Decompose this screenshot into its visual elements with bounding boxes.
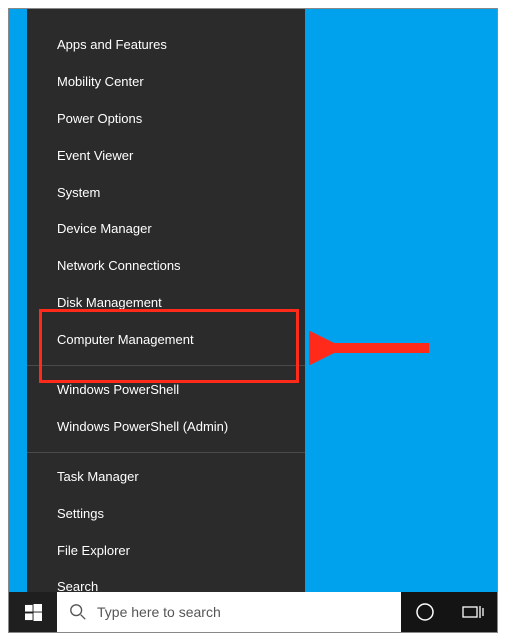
menu-label: Network Connections bbox=[57, 258, 181, 273]
menu-item-file-explorer[interactable]: File Explorer bbox=[27, 533, 305, 570]
menu-item-network-connections[interactable]: Network Connections bbox=[27, 248, 305, 285]
taskbar: Type here to search bbox=[9, 592, 497, 632]
menu-item-computer-management[interactable]: Computer Management bbox=[27, 322, 305, 359]
menu-label: Task Manager bbox=[57, 469, 139, 484]
menu-label: Mobility Center bbox=[57, 74, 144, 89]
menu-item-mobility-center[interactable]: Mobility Center bbox=[27, 64, 305, 101]
menu-item-powershell[interactable]: Windows PowerShell bbox=[27, 372, 305, 409]
windows-logo-icon bbox=[25, 604, 42, 621]
search-placeholder: Type here to search bbox=[97, 604, 221, 620]
menu-label: Windows PowerShell (Admin) bbox=[57, 419, 228, 434]
menu-label: File Explorer bbox=[57, 543, 130, 558]
menu-label: Settings bbox=[57, 506, 104, 521]
menu-item-system[interactable]: System bbox=[27, 175, 305, 212]
menu-label: Computer Management bbox=[57, 332, 194, 347]
winx-context-menu: Apps and Features Mobility Center Power … bbox=[27, 9, 305, 633]
task-view-button[interactable] bbox=[449, 592, 497, 632]
desktop-area: Apps and Features Mobility Center Power … bbox=[8, 8, 498, 633]
menu-separator bbox=[27, 365, 305, 366]
task-view-icon bbox=[462, 604, 484, 620]
menu-label: System bbox=[57, 185, 100, 200]
menu-label: Windows PowerShell bbox=[57, 382, 179, 397]
cortana-button[interactable] bbox=[401, 592, 449, 632]
cortana-icon bbox=[415, 602, 435, 622]
menu-label: Power Options bbox=[57, 111, 142, 126]
start-button[interactable] bbox=[9, 592, 57, 632]
search-box[interactable]: Type here to search bbox=[57, 592, 401, 632]
menu-item-settings[interactable]: Settings bbox=[27, 496, 305, 533]
menu-label: Device Manager bbox=[57, 221, 152, 236]
menu-item-power-options[interactable]: Power Options bbox=[27, 101, 305, 138]
menu-separator bbox=[27, 452, 305, 453]
menu-item-task-manager[interactable]: Task Manager bbox=[27, 459, 305, 496]
menu-label: Disk Management bbox=[57, 295, 162, 310]
menu-item-disk-management[interactable]: Disk Management bbox=[27, 285, 305, 322]
menu-label: Event Viewer bbox=[57, 148, 133, 163]
menu-label: Apps and Features bbox=[57, 37, 167, 52]
annotation-arrow-icon bbox=[309, 328, 439, 368]
menu-item-powershell-admin[interactable]: Windows PowerShell (Admin) bbox=[27, 409, 305, 446]
menu-item-device-manager[interactable]: Device Manager bbox=[27, 211, 305, 248]
menu-item-event-viewer[interactable]: Event Viewer bbox=[27, 138, 305, 175]
menu-item-apps-features[interactable]: Apps and Features bbox=[27, 27, 305, 64]
search-icon bbox=[69, 603, 87, 621]
